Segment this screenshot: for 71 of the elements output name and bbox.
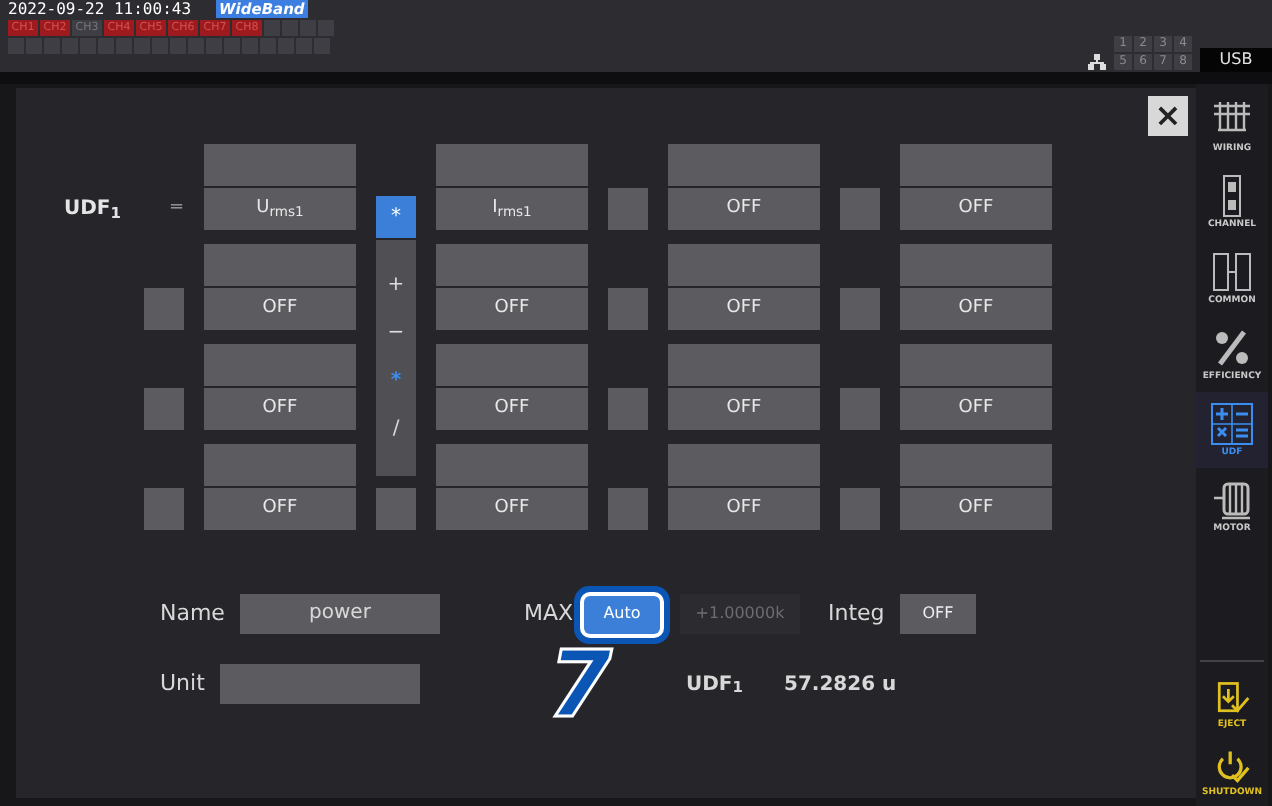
max-label: MAX [524,597,576,630]
expression-field[interactable] [668,144,820,186]
menu-option[interactable]: − [376,310,416,358]
callout-number: 7 [545,638,614,730]
common-icon [1210,250,1254,294]
operand-field[interactable]: OFF [668,188,820,230]
operator-button[interactable]: * [376,196,416,238]
operand-field[interactable]: OFF [668,488,820,530]
operator-button[interactable] [608,388,648,430]
operand-field[interactable]: OFF [436,388,588,430]
percent-icon [1210,326,1254,370]
operand-field[interactable]: OFF [204,388,356,430]
operator-button[interactable] [840,388,880,430]
integ-button[interactable]: OFF [900,594,976,634]
operand-field[interactable]: OFF [900,188,1052,230]
expression-field[interactable] [900,344,1052,386]
expression-field[interactable] [668,344,820,386]
menu-option[interactable]: / [376,406,416,454]
result-value: 57.2826 u [784,671,897,699]
motor-icon [1210,478,1254,522]
target-label: UDF$_{1}$ [64,196,123,226]
unit-field[interactable] [220,664,420,704]
operator-button[interactable] [144,488,184,530]
operand-field[interactable]: OFF [900,288,1052,330]
expression-field[interactable] [436,444,588,486]
expression-field[interactable] [668,244,820,286]
expression-field[interactable] [204,244,356,286]
operator-button[interactable] [840,488,880,530]
operand-field[interactable]: OFF [204,488,356,530]
menu-option[interactable]: + [376,262,416,310]
operator-button[interactable] [376,488,416,530]
operand-field[interactable]: OFF [436,288,588,330]
calculator-icon [1210,402,1254,446]
operator-button[interactable] [840,288,880,330]
equals-sign: = [166,196,184,222]
integ-label: Integ [828,597,887,630]
expression-field[interactable] [436,144,588,186]
operand-field[interactable]: OFF [668,288,820,330]
expression-field[interactable] [900,244,1052,286]
operand-field[interactable]: OFF [436,488,588,530]
result-label: UDF$_{1}$ [686,671,745,699]
close-button[interactable]: × [1148,96,1188,136]
expression-field[interactable] [204,444,356,486]
expression-field[interactable] [668,444,820,486]
operator-button[interactable] [608,288,648,330]
date-time-label: 2022-09-22 11:00:43 [8,0,192,18]
operand-field[interactable]: U$_{rms1}$ [204,188,356,230]
operator-button[interactable] [144,388,184,430]
expression-field[interactable] [900,144,1052,186]
name-label: Name [160,597,227,630]
usb-eject-icon [1212,678,1252,718]
operator-button[interactable] [608,488,648,530]
name-field[interactable]: power [240,594,440,634]
expression-field[interactable] [900,444,1052,486]
power-icon [1212,746,1252,786]
expression-field[interactable] [204,344,356,386]
operator-button[interactable] [608,188,648,230]
operand-field[interactable]: OFF [204,288,356,330]
operand-field[interactable]: OFF [900,388,1052,430]
operator-button[interactable] [144,288,184,330]
expression-field[interactable] [204,144,356,186]
unit-label: Unit [160,667,207,700]
operand-field[interactable]: I$_{rms1}$ [436,188,588,230]
expression-field[interactable] [436,344,588,386]
network-icon [1088,54,1106,70]
operand-field[interactable]: OFF [900,488,1052,530]
operand-field[interactable]: OFF [668,388,820,430]
expression-field[interactable] [436,244,588,286]
operator-button[interactable] [840,188,880,230]
auto-button[interactable]: Auto [584,595,660,633]
usb-indicator: USB [1200,48,1272,72]
